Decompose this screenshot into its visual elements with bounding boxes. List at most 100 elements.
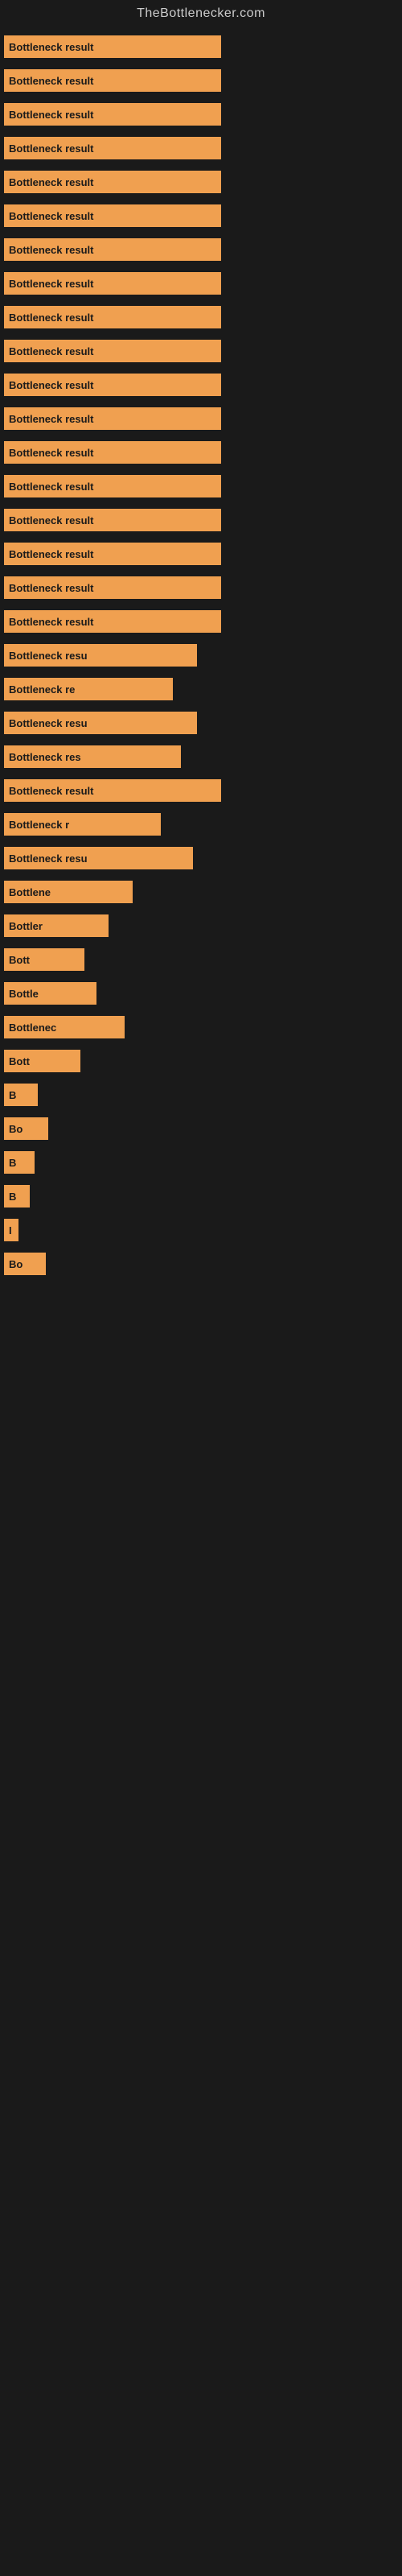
- bar-row: Bottleneck resu: [4, 847, 394, 869]
- bar-27: Bott: [4, 948, 84, 971]
- bar-row: Bott: [4, 948, 394, 971]
- bar-9: Bottleneck result: [4, 340, 221, 362]
- bar-label-2: Bottleneck result: [9, 109, 93, 121]
- bar-label-18: Bottleneck resu: [9, 650, 88, 662]
- bar-label-33: B: [9, 1157, 16, 1169]
- bar-row: Bottleneck result: [4, 475, 394, 497]
- bar-row: Bottleneck result: [4, 340, 394, 362]
- bar-30: Bott: [4, 1050, 80, 1072]
- bar-5: Bottleneck result: [4, 204, 221, 227]
- bar-row: Bottleneck r: [4, 813, 394, 836]
- bar-row: B: [4, 1185, 394, 1208]
- bar-row: Bottleneck result: [4, 779, 394, 802]
- bar-row: Bott: [4, 1050, 394, 1072]
- bar-row: Bo: [4, 1117, 394, 1140]
- bar-row: Bottlenec: [4, 1016, 394, 1038]
- bar-3: Bottleneck result: [4, 137, 221, 159]
- bar-6: Bottleneck result: [4, 238, 221, 261]
- bar-row: Bottler: [4, 914, 394, 937]
- bar-label-22: Bottleneck result: [9, 785, 93, 797]
- bar-row: Bottleneck result: [4, 407, 394, 430]
- bar-13: Bottleneck result: [4, 475, 221, 497]
- bar-19: Bottleneck re: [4, 678, 173, 700]
- bar-15: Bottleneck result: [4, 543, 221, 565]
- bar-label-14: Bottleneck result: [9, 514, 93, 526]
- bar-row: Bottleneck result: [4, 238, 394, 261]
- bar-label-27: Bott: [9, 954, 30, 966]
- bar-row: Bottlene: [4, 881, 394, 903]
- bar-row: B: [4, 1151, 394, 1174]
- bar-label-16: Bottleneck result: [9, 582, 93, 594]
- bar-row: Bottleneck result: [4, 509, 394, 531]
- bar-17: Bottleneck result: [4, 610, 221, 633]
- bar-20: Bottleneck resu: [4, 712, 197, 734]
- bar-label-26: Bottler: [9, 920, 43, 932]
- bar-33: B: [4, 1151, 35, 1174]
- bar-label-5: Bottleneck result: [9, 210, 93, 222]
- bar-row: Bottleneck result: [4, 103, 394, 126]
- bar-4: Bottleneck result: [4, 171, 221, 193]
- bar-36: Bo: [4, 1253, 46, 1275]
- bar-row: Bottleneck result: [4, 441, 394, 464]
- bar-row: Bottleneck result: [4, 272, 394, 295]
- bar-row: Bottleneck result: [4, 204, 394, 227]
- site-title: TheBottlenecker.com: [0, 0, 402, 27]
- bar-2: Bottleneck result: [4, 103, 221, 126]
- bar-label-20: Bottleneck resu: [9, 717, 88, 729]
- bar-0: Bottleneck result: [4, 35, 221, 58]
- bar-label-17: Bottleneck result: [9, 616, 93, 628]
- bar-row: B: [4, 1084, 394, 1106]
- bar-25: Bottlene: [4, 881, 133, 903]
- bar-29: Bottlenec: [4, 1016, 125, 1038]
- bar-label-15: Bottleneck result: [9, 548, 93, 560]
- bar-label-36: Bo: [9, 1258, 23, 1270]
- bar-label-31: B: [9, 1089, 16, 1101]
- bar-8: Bottleneck result: [4, 306, 221, 328]
- bar-11: Bottleneck result: [4, 407, 221, 430]
- bar-label-3: Bottleneck result: [9, 142, 93, 155]
- bar-14: Bottleneck result: [4, 509, 221, 531]
- bar-row: Bottleneck result: [4, 35, 394, 58]
- bar-22: Bottleneck result: [4, 779, 221, 802]
- bar-row: Bottleneck res: [4, 745, 394, 768]
- bar-16: Bottleneck result: [4, 576, 221, 599]
- bar-label-7: Bottleneck result: [9, 278, 93, 290]
- bar-18: Bottleneck resu: [4, 644, 197, 667]
- bar-row: Bottleneck result: [4, 543, 394, 565]
- bar-label-4: Bottleneck result: [9, 176, 93, 188]
- bar-1: Bottleneck result: [4, 69, 221, 92]
- bar-label-34: B: [9, 1191, 16, 1203]
- bar-row: Bottleneck result: [4, 306, 394, 328]
- bar-row: Bottleneck result: [4, 137, 394, 159]
- bar-32: Bo: [4, 1117, 48, 1140]
- bar-31: B: [4, 1084, 38, 1106]
- bar-12: Bottleneck result: [4, 441, 221, 464]
- bar-label-30: Bott: [9, 1055, 30, 1067]
- bar-26: Bottler: [4, 914, 109, 937]
- bar-row: Bottleneck result: [4, 374, 394, 396]
- bar-label-9: Bottleneck result: [9, 345, 93, 357]
- bar-row: Bottleneck re: [4, 678, 394, 700]
- bar-label-29: Bottlenec: [9, 1022, 56, 1034]
- bar-24: Bottleneck resu: [4, 847, 193, 869]
- bar-34: B: [4, 1185, 30, 1208]
- bar-label-11: Bottleneck result: [9, 413, 93, 425]
- bar-23: Bottleneck r: [4, 813, 161, 836]
- bar-35: I: [4, 1219, 18, 1241]
- bar-label-0: Bottleneck result: [9, 41, 93, 53]
- bar-row: Bottleneck result: [4, 69, 394, 92]
- bar-row: Bo: [4, 1253, 394, 1275]
- bar-28: Bottle: [4, 982, 96, 1005]
- bar-label-23: Bottleneck r: [9, 819, 69, 831]
- bar-label-24: Bottleneck resu: [9, 852, 88, 865]
- bars-container: Bottleneck result Bottleneck result Bottle…: [0, 27, 402, 1294]
- site-title-text: TheBottlenecker.com: [137, 6, 265, 20]
- bar-label-32: Bo: [9, 1123, 23, 1135]
- bar-label-6: Bottleneck result: [9, 244, 93, 256]
- bar-10: Bottleneck result: [4, 374, 221, 396]
- bar-label-13: Bottleneck result: [9, 481, 93, 493]
- bar-label-12: Bottleneck result: [9, 447, 93, 459]
- bar-label-8: Bottleneck result: [9, 312, 93, 324]
- bar-21: Bottleneck res: [4, 745, 181, 768]
- bar-row: Bottleneck resu: [4, 644, 394, 667]
